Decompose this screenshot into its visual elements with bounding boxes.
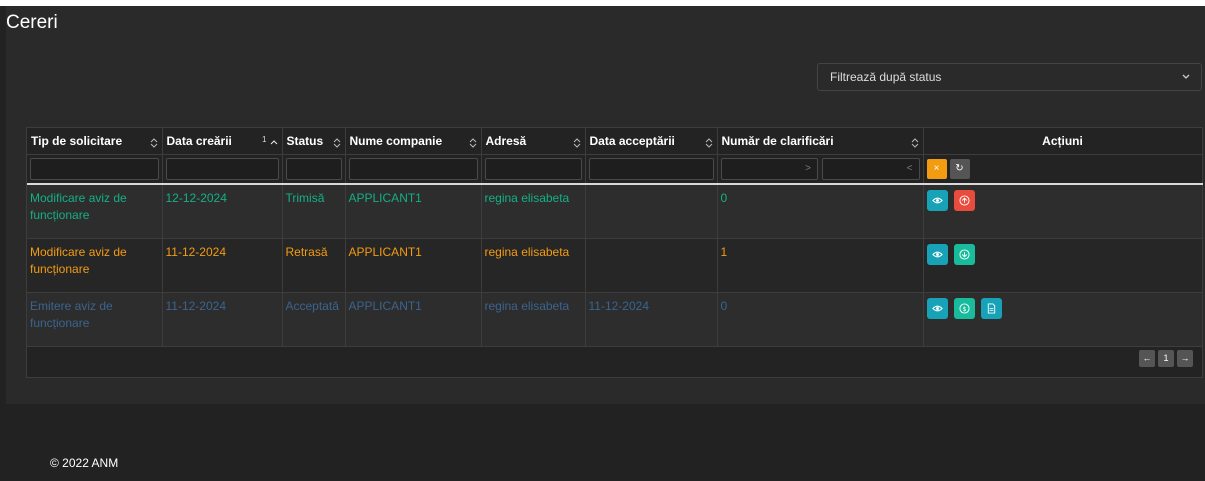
type-filter-input[interactable] [30,157,159,180]
page-title: Cereri [6,12,58,33]
accepted-filter-input[interactable] [588,157,714,180]
reset-filters-button[interactable]: ↻ [949,158,970,179]
cell-status: Retrasă [282,238,346,293]
cell-actions [923,184,1203,239]
clarifications-min-input[interactable]: > [720,157,818,180]
sort-icon [705,137,713,148]
requests-table: Tip de solicitare Data creării 1 Status … [26,127,1203,378]
sort-order-number: 1 [262,135,267,144]
column-header-address[interactable]: Adresă [481,128,586,155]
cell-company: APPLICANT1 [345,184,482,239]
status-filter-select[interactable]: Filtrează după status [817,63,1202,91]
sort-icon [150,137,158,148]
document-button[interactable] [981,297,1003,319]
dollar-circle-icon: $ [959,302,970,314]
view-button[interactable] [926,190,948,211]
cell-actions [923,238,1203,293]
eye-icon [931,251,943,257]
clarifications-max-input[interactable]: < [822,157,920,180]
svg-text:$: $ [962,304,966,312]
pagination-prev-button[interactable]: ← [1139,350,1155,367]
column-header-actions: Acțiuni [923,128,1203,155]
sort-icon [333,137,341,148]
cell-company: APPLICANT1 [345,292,482,347]
cell-actions: $ [923,292,1203,347]
cell-status: Trimisă [282,184,346,239]
arrow-up-circle-icon [959,195,970,206]
created-filter-input[interactable] [165,157,279,180]
withdraw-button[interactable] [953,190,975,211]
cell-created: 11-12-2024 [162,292,283,347]
table-row[interactable]: Emitere aviz de funcționare 11-12-2024 A… [27,292,1203,347]
status-filter-input[interactable] [285,157,342,180]
cell-type: Modificare aviz de funcționare [27,184,163,239]
view-button[interactable] [926,243,948,265]
column-header-status[interactable]: Status [282,128,346,155]
table-row[interactable]: Modificare aviz de funcționare 11-12-202… [27,238,1203,293]
cell-created: 12-12-2024 [162,184,283,239]
payment-button[interactable]: $ [953,297,975,319]
arrow-down-circle-icon [959,248,970,260]
cell-clarifications: 1 [717,238,924,293]
cell-created: 11-12-2024 [162,238,283,293]
column-header-clarifications[interactable]: Număr de clarificări [717,128,924,155]
cell-address: regina elisabeta [481,184,586,239]
download-button[interactable] [953,243,975,265]
cell-clarifications: 0 [717,292,924,347]
pagination-page-button[interactable]: 1 [1158,350,1174,367]
cell-address: regina elisabeta [481,238,586,293]
pagination-next-button[interactable]: → [1177,350,1193,367]
cell-address: regina elisabeta [481,292,586,347]
footer-copyright: © 2022 ANM [50,456,119,470]
sort-icon [573,137,581,148]
eye-icon [931,305,943,311]
column-header-company[interactable]: Nume companie [345,128,482,155]
cell-company: APPLICANT1 [345,238,482,293]
cell-clarifications: 0 [717,184,924,239]
column-header-type[interactable]: Tip de solicitare [27,128,163,155]
column-header-accepted[interactable]: Data acceptării [585,128,718,155]
cell-accepted [585,184,718,239]
table-row[interactable]: Modificare aviz de funcționare 12-12-202… [27,184,1203,239]
eye-icon [931,197,943,204]
view-button[interactable] [926,297,948,319]
filter-row: > < × ↻ [27,154,1203,185]
clear-filters-button[interactable]: × [926,158,947,179]
cell-status: Acceptată [282,292,346,347]
cell-type: Emitere aviz de funcționare [27,292,163,347]
cell-accepted: 11-12-2024 [585,292,718,347]
company-filter-input[interactable] [348,157,478,180]
document-icon [988,302,996,314]
cell-type: Modificare aviz de funcționare [27,238,163,293]
address-filter-input[interactable] [484,157,582,180]
sort-ascending-icon [270,137,278,147]
sort-icon [911,137,919,148]
cell-accepted [585,238,718,293]
column-header-created[interactable]: Data creării 1 [162,128,283,155]
chevron-down-icon [1181,64,1191,90]
status-filter-placeholder: Filtrează după status [830,70,942,84]
pagination: ← 1 → [1139,350,1193,367]
sort-icon [469,137,477,148]
